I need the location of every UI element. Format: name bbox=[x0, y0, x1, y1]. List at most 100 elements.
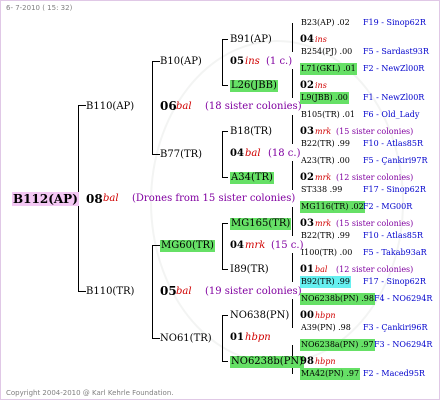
g4-reference[interactable]: F5 - Takab93aR bbox=[363, 247, 427, 259]
connector bbox=[152, 61, 153, 154]
g2-tag: bal bbox=[245, 148, 261, 159]
connector bbox=[292, 23, 293, 52]
g3-tag: hbpn bbox=[315, 311, 336, 320]
g2-number: 04 bbox=[230, 148, 244, 159]
g2-queen-id[interactable]: NO61(TR) bbox=[160, 333, 212, 345]
g4-queen-id[interactable]: MG116(TR) .02 bbox=[300, 201, 365, 213]
g2-queen-id[interactable]: B10(AP) bbox=[160, 56, 202, 68]
connector bbox=[222, 39, 228, 40]
g1-tag: bal bbox=[176, 286, 192, 297]
connector bbox=[222, 85, 228, 86]
g4-reference[interactable]: F17 - Sinop62R bbox=[363, 276, 426, 288]
g3-queen-id[interactable]: I89(TR) bbox=[230, 264, 269, 276]
connector bbox=[292, 69, 293, 98]
g4-reference[interactable]: F10 - Atlas85R bbox=[363, 230, 423, 242]
g2-tag: hbpn bbox=[245, 332, 271, 343]
g4-queen-id[interactable]: MA42(PN) .97 bbox=[300, 368, 361, 380]
g4-queen-id[interactable]: B105(TR) .01 bbox=[300, 109, 356, 121]
g3-queen-id[interactable]: NO638(PN) bbox=[230, 310, 289, 322]
g3-number: 98 bbox=[300, 356, 314, 367]
g2-note: (1 c.) bbox=[266, 56, 293, 67]
g3-note: (12 sister colonies) bbox=[336, 265, 414, 274]
g3-queen-id[interactable]: B91(AP) bbox=[230, 34, 272, 46]
pedigree-canvas: 6- 7-2010 ( 15: 32) Copyright 2004-2010 … bbox=[0, 0, 440, 400]
g4-reference[interactable]: F19 - Sinop62R bbox=[363, 17, 426, 29]
g1-queen-id[interactable]: B110(AP) bbox=[86, 101, 134, 113]
connector bbox=[222, 315, 223, 361]
g4-reference[interactable]: F2 - Maced95R bbox=[363, 368, 425, 380]
g3-number: 01 bbox=[300, 264, 314, 275]
g4-reference[interactable]: F17 - Sinop62R bbox=[363, 184, 426, 196]
g1-queen-id[interactable]: B110(TR) bbox=[86, 286, 134, 298]
g4-queen-id[interactable]: L71(GKL) .01 bbox=[300, 63, 357, 75]
g2-note: (15 c.) bbox=[271, 240, 304, 251]
connector bbox=[152, 245, 153, 338]
g1-number: 06 bbox=[160, 99, 177, 113]
g2-queen-id[interactable]: MG60(TR) bbox=[160, 240, 215, 252]
g4-queen-id[interactable]: B22(TR) .99 bbox=[300, 138, 351, 150]
g4-queen-id[interactable]: L9(JBB) .00 bbox=[300, 92, 349, 104]
connector bbox=[222, 131, 228, 132]
connector bbox=[222, 177, 228, 178]
g3-queen-id[interactable]: NO6238b(PN) bbox=[230, 356, 305, 368]
g2-number: 05 bbox=[230, 56, 244, 67]
g4-reference[interactable]: F5 - Çankiri97R bbox=[363, 155, 427, 167]
g3-note: (15 sister colonies) bbox=[336, 219, 414, 228]
g3-number: 03 bbox=[300, 126, 314, 137]
root-tag: bal bbox=[103, 193, 119, 204]
g3-tag: hbpn bbox=[315, 357, 336, 366]
g4-reference[interactable]: F6 - Old_Lady bbox=[363, 109, 419, 121]
g1-tag: bal bbox=[176, 101, 192, 112]
g4-reference[interactable]: F10 - Atlas85R bbox=[363, 138, 423, 150]
g3-tag: mrk bbox=[315, 219, 332, 228]
g4-queen-id[interactable]: B23(AP) .02 bbox=[300, 17, 351, 29]
g4-queen-id[interactable]: B254(PJ) .00 bbox=[300, 46, 353, 58]
connector bbox=[222, 269, 228, 270]
g3-queen-id[interactable]: B18(TR) bbox=[230, 126, 272, 138]
g3-number: 04 bbox=[300, 34, 314, 45]
g3-tag: ins bbox=[315, 81, 327, 90]
g3-tag: ins bbox=[315, 35, 327, 44]
g4-queen-id[interactable]: B92(TR) .99 bbox=[300, 276, 351, 288]
g2-note: (18 c.) bbox=[268, 148, 301, 159]
connector bbox=[222, 131, 223, 177]
root-queen-id[interactable]: B112(AP) bbox=[12, 192, 79, 206]
g4-reference[interactable]: F2 - MG00R bbox=[363, 201, 412, 213]
g3-number: 03 bbox=[300, 218, 314, 229]
g4-reference[interactable]: F4 - NO6294R bbox=[374, 293, 432, 305]
g4-queen-id[interactable]: NO6238b(PN) .98 bbox=[300, 293, 375, 305]
footer-copyright: Copyright 2004-2010 @ Karl Kehrle Founda… bbox=[6, 389, 174, 397]
g4-queen-id[interactable]: A23(TR) .00 bbox=[300, 155, 351, 167]
g4-queen-id[interactable]: B22(TR) .99 bbox=[300, 230, 351, 242]
g3-note: (15 sister colonies) bbox=[336, 127, 414, 136]
g4-queen-id[interactable]: A39(PN) .98 bbox=[300, 322, 352, 334]
g4-reference[interactable]: F3 - NO6294R bbox=[374, 339, 432, 351]
connector bbox=[222, 315, 228, 316]
connector bbox=[292, 115, 293, 144]
connector bbox=[78, 291, 86, 292]
g2-queen-id[interactable]: B77(TR) bbox=[160, 149, 202, 161]
g4-queen-id[interactable]: I100(TR) .00 bbox=[300, 247, 353, 259]
connector bbox=[222, 361, 228, 362]
root-note: (Drones from 15 sister colonies) bbox=[132, 193, 296, 204]
connector bbox=[292, 253, 293, 282]
g2-tag: ins bbox=[245, 56, 260, 67]
header-date: 6- 7-2010 ( 15: 32) bbox=[6, 4, 73, 12]
connector bbox=[152, 245, 160, 246]
connector bbox=[292, 161, 293, 190]
g4-queen-id[interactable]: NO6238a(PN) .97 bbox=[300, 339, 375, 351]
g3-queen-id[interactable]: A34(TR) bbox=[230, 172, 274, 184]
g4-reference[interactable]: F5 - Sardast93R bbox=[363, 46, 429, 58]
g4-reference[interactable]: F1 - NewZl00R bbox=[363, 92, 424, 104]
g1-number: 05 bbox=[160, 284, 177, 298]
root-number: 08 bbox=[86, 192, 103, 206]
g2-tag: mrk bbox=[245, 240, 266, 251]
g3-tag: mrk bbox=[315, 173, 332, 182]
g3-number: 02 bbox=[300, 80, 314, 91]
g3-queen-id[interactable]: L26(JBB) bbox=[230, 80, 278, 92]
g4-reference[interactable]: F2 - NewZl00R bbox=[363, 63, 424, 75]
g3-queen-id[interactable]: MG165(TR) bbox=[230, 218, 292, 230]
g4-reference[interactable]: F3 - Çankiri96R bbox=[363, 322, 427, 334]
connector bbox=[292, 207, 293, 236]
g4-queen-id[interactable]: ST338 .99 bbox=[300, 184, 343, 196]
